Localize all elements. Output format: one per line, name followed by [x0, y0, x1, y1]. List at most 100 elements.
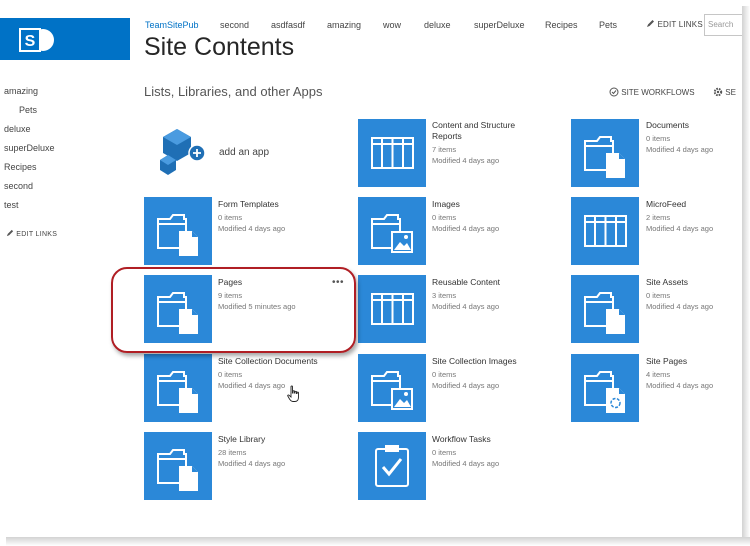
tile-name[interactable]: Style Library — [218, 434, 328, 445]
left-nav-recipes[interactable]: Recipes — [4, 162, 37, 172]
form-templates-tile[interactable] — [144, 197, 212, 265]
style-library-tile[interactable] — [144, 432, 212, 500]
images-tile[interactable] — [358, 197, 426, 265]
tile-count: 0 items — [218, 370, 243, 379]
top-nav-superdeluxe[interactable]: superDeluxe — [474, 20, 525, 30]
tile-count: 0 items — [432, 370, 457, 379]
workflow-tasks-tile[interactable] — [358, 432, 426, 500]
svg-text:S: S — [25, 33, 36, 50]
tile-name[interactable]: Site Pages — [646, 356, 742, 367]
site-workflows-label: SITE WORKFLOWS — [621, 88, 695, 97]
tile-count: 0 items — [646, 134, 671, 143]
tile-modified: Modified 4 days ago — [646, 381, 714, 390]
tile-count: 28 items — [218, 448, 247, 457]
pages-highlight-annotation — [111, 267, 356, 353]
left-nav-second[interactable]: second — [4, 181, 33, 191]
folder-image-icon — [371, 371, 413, 410]
folder-doc-icon — [157, 449, 198, 491]
folder-pages-icon — [584, 371, 625, 413]
microfeed-tile[interactable] — [571, 197, 639, 265]
hand-cursor-icon — [287, 385, 299, 402]
folder-doc-icon — [584, 136, 625, 178]
tile-modified: Modified 4 days ago — [646, 145, 714, 154]
tile-modified: Modified 4 days ago — [432, 224, 500, 233]
left-nav-amazing[interactable]: amazing — [4, 86, 38, 96]
left-edit-links[interactable]: EDIT LINKS — [6, 229, 57, 238]
list-icon — [371, 137, 414, 169]
tile-modified: Modified 4 days ago — [432, 459, 500, 468]
tile-count: 7 items — [432, 145, 457, 154]
list-icon — [584, 215, 627, 247]
left-edit-links-label: EDIT LINKS — [16, 231, 58, 238]
tile-name[interactable]: Workflow Tasks — [432, 434, 542, 445]
add-app-label: add an app — [219, 147, 270, 158]
check-circle-icon — [609, 87, 619, 97]
tile-modified: Modified 4 days ago — [646, 302, 714, 311]
tile-modified: Modified 4 days ago — [432, 381, 500, 390]
reusable-content-tile[interactable] — [358, 275, 426, 343]
tile-modified: Modified 4 days ago — [432, 156, 500, 165]
tile-modified: Modified 4 days ago — [646, 224, 714, 233]
tile-name[interactable]: Images — [432, 199, 542, 210]
page-shadow-right — [742, 6, 750, 546]
folder-doc-icon — [157, 214, 198, 256]
tile-modified: Modified 4 days ago — [218, 224, 286, 233]
site-assets-tile[interactable] — [571, 275, 639, 343]
top-nav-teamsitepub[interactable]: TeamSitePub — [145, 20, 199, 30]
tile-count: 0 items — [646, 291, 671, 300]
left-nav-deluxe[interactable]: deluxe — [4, 124, 31, 134]
documents-tile[interactable] — [571, 119, 639, 187]
tile-count: 2 items — [646, 213, 671, 222]
folder-doc-icon — [584, 292, 625, 334]
top-edit-links-label: EDIT LINKS — [657, 20, 703, 29]
tile-name[interactable]: Documents — [646, 120, 742, 131]
settings-label: SE — [725, 88, 736, 97]
settings-link[interactable]: SE — [713, 87, 736, 97]
left-nav-superdeluxe[interactable]: superDeluxe — [4, 143, 55, 153]
tile-count: 0 items — [432, 213, 457, 222]
gear-icon — [713, 87, 723, 97]
search-input[interactable]: Search — [704, 14, 742, 36]
folder-image-icon — [371, 214, 413, 253]
page-title: Site Contents — [144, 33, 295, 61]
site-collection-documents-tile[interactable] — [144, 354, 212, 422]
site-pages-tile[interactable] — [571, 354, 639, 422]
folder-doc-icon — [157, 371, 198, 413]
list-icon — [371, 293, 414, 325]
pencil-icon — [6, 229, 14, 237]
add-app-icon — [160, 129, 206, 175]
section-title: Lists, Libraries, and other Apps — [144, 84, 323, 99]
top-nav-pets[interactable]: Pets — [599, 20, 617, 30]
tile-count: 4 items — [646, 370, 671, 379]
tasks-icon — [375, 445, 409, 487]
pencil-icon — [647, 20, 654, 27]
tile-modified: Modified 4 days ago — [218, 459, 286, 468]
tile-name[interactable]: Content and Structure Reports — [432, 120, 542, 142]
left-nav-pets[interactable]: Pets — [19, 105, 37, 115]
tile-modified: Modified 4 days ago — [432, 302, 500, 311]
site-collection-images-tile[interactable] — [358, 354, 426, 422]
top-nav-deluxe[interactable]: deluxe — [424, 20, 451, 30]
top-nav-recipes[interactable]: Recipes — [545, 20, 578, 30]
top-nav-asdfasdf[interactable]: asdfasdf — [271, 20, 305, 30]
left-nav-test[interactable]: test — [4, 200, 19, 210]
sharepoint-logo[interactable]: S — [0, 18, 130, 60]
page-shadow-bottom — [6, 537, 750, 546]
tile-count: 0 items — [432, 448, 457, 457]
top-nav-amazing[interactable]: amazing — [327, 20, 361, 30]
tile-count: 3 items — [432, 291, 457, 300]
tile-name[interactable]: MicroFeed — [646, 199, 742, 210]
tile-name[interactable]: Form Templates — [218, 199, 328, 210]
tile-count: 0 items — [218, 213, 243, 222]
tile-modified: Modified 4 days ago — [218, 381, 286, 390]
sharepoint-logo-icon: S — [19, 28, 54, 52]
site-workflows-link[interactable]: SITE WORKFLOWS — [609, 87, 695, 97]
content-and-structure-reports-tile[interactable] — [358, 119, 426, 187]
top-nav-wow[interactable]: wow — [383, 20, 401, 30]
tile-name[interactable]: Site Collection Documents — [218, 356, 338, 367]
top-nav-second[interactable]: second — [220, 20, 249, 30]
tile-name[interactable]: Site Assets — [646, 277, 742, 288]
tile-name[interactable]: Site Collection Images — [432, 356, 542, 367]
top-edit-links[interactable]: EDIT LINKS — [646, 19, 703, 29]
tile-name[interactable]: Reusable Content — [432, 277, 542, 288]
